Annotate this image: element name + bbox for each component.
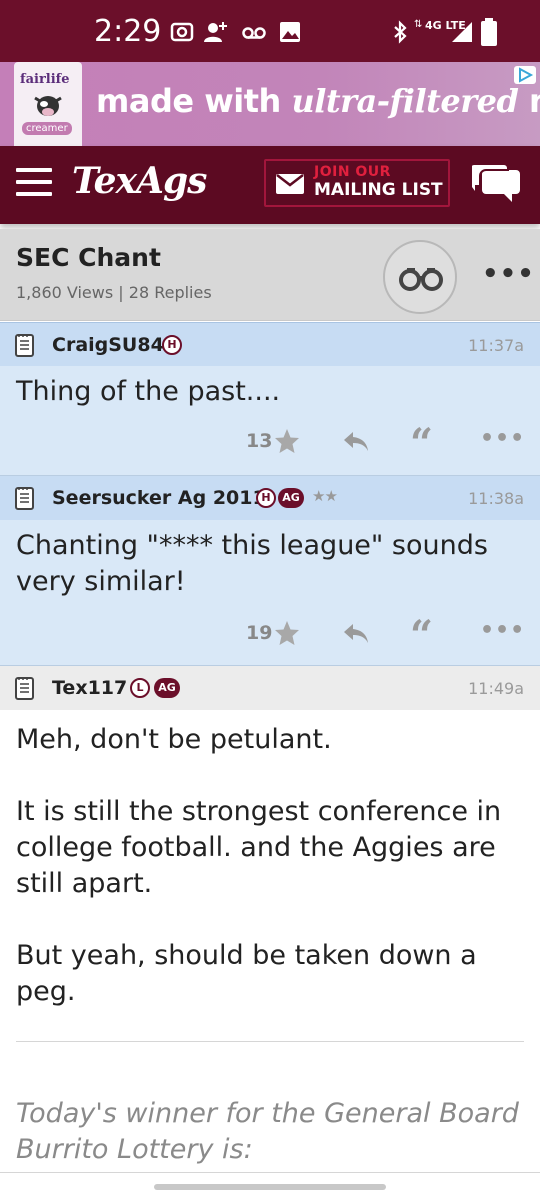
chat-bubbles-icon[interactable] bbox=[472, 162, 522, 206]
thread-more-button[interactable]: ••• bbox=[482, 259, 534, 289]
star-icon[interactable] bbox=[274, 620, 300, 646]
post-actions: 19 “ ••• bbox=[0, 616, 540, 658]
post-more-icon[interactable]: ••• bbox=[480, 426, 525, 451]
post-body: Chanting "**** this league" sounds very … bbox=[16, 528, 488, 600]
status-bar: 2:29 ⇅ 4G LTE bbox=[0, 0, 540, 62]
ad-headline: made with ultra-filtered milk bbox=[96, 82, 540, 120]
post-body-line: very similar! bbox=[16, 566, 186, 597]
mailing-line2: MAILING LIST bbox=[314, 180, 443, 200]
like-count: 13 bbox=[246, 430, 273, 452]
mailing-line1: JOIN OUR bbox=[314, 164, 391, 180]
post-document-icon[interactable] bbox=[14, 333, 36, 357]
reply-icon[interactable] bbox=[342, 622, 370, 644]
post-document-icon[interactable] bbox=[14, 486, 36, 510]
ag-badge: AG bbox=[278, 488, 304, 508]
post-header: Seersucker Ag 2011 H AG ★★ 11:38a bbox=[0, 476, 540, 520]
post-body-line: peg. bbox=[16, 976, 76, 1007]
post-body-line: still apart. bbox=[16, 868, 153, 899]
battery-icon bbox=[481, 18, 497, 46]
ad-product: creamer bbox=[22, 122, 72, 135]
bluetooth-icon bbox=[394, 20, 407, 44]
user-stars: ★★ bbox=[312, 487, 338, 505]
add-person-icon bbox=[204, 22, 227, 42]
post-body-line: Meh, don't be petulant. bbox=[16, 724, 332, 755]
like-count: 19 bbox=[246, 622, 273, 644]
post-body-line: But yeah, should be taken down a bbox=[16, 940, 477, 971]
voicemail-icon bbox=[242, 27, 266, 39]
post-header: Tex117 L AG 11:49a bbox=[0, 666, 540, 710]
post-time: 11:38a bbox=[468, 489, 524, 508]
site-header: TexAgs JOIN OUR MAILING LIST bbox=[0, 146, 540, 224]
post-body: Meh, don't be petulant. It is still the … bbox=[16, 722, 501, 1010]
post-actions: 13 “ ••• bbox=[0, 424, 540, 466]
status-time: 2:29 bbox=[94, 14, 162, 49]
post-body-line: college football. and the Aggies are bbox=[16, 832, 496, 863]
site-logo[interactable]: TexAgs bbox=[72, 160, 207, 202]
data-arrows-icon: ⇅ bbox=[414, 19, 423, 30]
post-document-icon[interactable] bbox=[14, 676, 36, 700]
hamburger-menu-icon[interactable] bbox=[16, 168, 52, 196]
ad-brand: fairlife bbox=[20, 72, 70, 87]
post-body-line: Chanting "**** this league" sounds bbox=[16, 530, 488, 561]
post-time: 11:37a bbox=[468, 336, 524, 355]
signal-icon bbox=[452, 22, 472, 42]
signature-line: Burrito Lottery is: bbox=[16, 1134, 253, 1165]
app-root: 2:29 ⇅ 4G LTE fairlife creamer made with… bbox=[0, 0, 540, 1200]
ad-text-prefix: made with bbox=[96, 82, 281, 120]
post: Tex117 L AG 11:49a Meh, don't be petulan… bbox=[0, 666, 540, 1046]
watch-thread-button[interactable] bbox=[383, 240, 457, 314]
home-gesture-bar[interactable] bbox=[154, 1184, 386, 1190]
post-body-line: It is still the strongest conference in bbox=[16, 796, 502, 827]
post-signature: Today's winner for the General Board Bur… bbox=[16, 1096, 519, 1168]
post-time: 11:49a bbox=[468, 679, 524, 698]
ag-badge: AG bbox=[154, 678, 180, 698]
thread-title: SEC Chant bbox=[16, 243, 161, 272]
binoculars-icon bbox=[399, 268, 443, 291]
post-username[interactable]: Tex117 bbox=[52, 677, 127, 699]
ad-text-italic: ultra-filtered bbox=[291, 82, 519, 120]
post-body: Thing of the past.... bbox=[16, 376, 281, 407]
mailing-list-button[interactable]: JOIN OUR MAILING LIST bbox=[264, 159, 450, 207]
post: CraigSU84 H 11:37a Thing of the past....… bbox=[0, 322, 540, 476]
quote-icon[interactable]: “ bbox=[410, 616, 433, 656]
envelope-icon bbox=[276, 174, 304, 194]
ad-product-image: fairlife creamer bbox=[14, 62, 82, 146]
quote-icon[interactable]: “ bbox=[410, 424, 433, 464]
cow-icon bbox=[34, 96, 62, 116]
user-badge: H bbox=[256, 488, 276, 508]
post-username[interactable]: Seersucker Ag 2011 bbox=[52, 487, 266, 509]
bottom-divider bbox=[0, 1172, 540, 1173]
thread-stats: 1,860 Views | 28 Replies bbox=[16, 283, 212, 302]
ad-choices-icon[interactable] bbox=[514, 66, 536, 84]
thread-header: SEC Chant 1,860 Views | 28 Replies ••• bbox=[0, 229, 540, 321]
ad-banner[interactable]: fairlife creamer made with ultra-filtere… bbox=[0, 62, 540, 146]
post-more-icon[interactable]: ••• bbox=[480, 618, 525, 643]
post: Seersucker Ag 2011 H AG ★★ 11:38a Chanti… bbox=[0, 476, 540, 666]
user-badge: L bbox=[130, 678, 150, 698]
camera-icon bbox=[170, 22, 194, 42]
post-username[interactable]: CraigSU84 bbox=[52, 334, 164, 356]
reply-icon[interactable] bbox=[342, 430, 370, 452]
image-icon bbox=[280, 22, 300, 42]
ad-text-suffix: milk bbox=[529, 82, 540, 120]
user-badge: H bbox=[162, 335, 182, 355]
signature-divider bbox=[16, 1041, 524, 1042]
signature-line: Today's winner for the General Board bbox=[16, 1098, 519, 1129]
post-header: CraigSU84 H 11:37a bbox=[0, 322, 540, 366]
star-icon[interactable] bbox=[274, 428, 300, 454]
